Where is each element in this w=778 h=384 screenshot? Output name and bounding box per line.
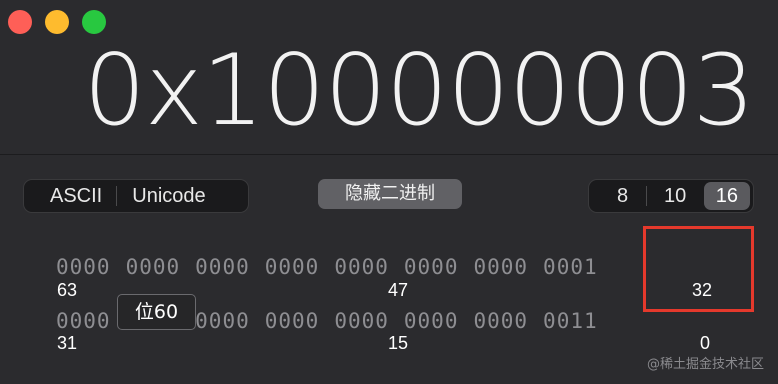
bit-group[interactable]: 0001 (543, 255, 598, 279)
display-area: 0x100000003 (0, 0, 778, 156)
bit-position-label: 15 (388, 333, 409, 353)
calculator-window: 0x100000003 ASCII Unicode 隐藏二进制 8 10 16 … (0, 0, 778, 384)
bit-group[interactable]: 0000 (404, 309, 459, 333)
bit-group[interactable]: 0000 (265, 255, 320, 279)
bit-group[interactable]: 0000 (195, 255, 250, 279)
bit-group[interactable]: 0000 (56, 309, 111, 333)
ascii-button[interactable]: ASCII (24, 182, 116, 210)
bit-row-high: 0000 0000 0000 0000 0000 0000 0000 0001 (56, 255, 613, 279)
bit-group[interactable]: 0000 (265, 309, 320, 333)
bit-position-label: 63 (57, 280, 78, 300)
watermark: @稀土掘金技术社区 (646, 357, 764, 372)
bit-position-label: 47 (388, 280, 409, 300)
bit-position-label: 31 (57, 333, 78, 353)
divider (0, 154, 778, 155)
bit-position-label: 0 (700, 333, 711, 353)
base-8-button[interactable]: 8 (603, 182, 642, 210)
display-value: 0x100000003 (83, 34, 755, 148)
unicode-button[interactable]: Unicode (117, 182, 219, 210)
bit-tooltip: 位60 (117, 294, 196, 330)
encoding-segmented-control: ASCII Unicode (23, 179, 249, 213)
close-button[interactable] (8, 10, 32, 34)
bit-group[interactable]: 0000 (334, 255, 389, 279)
zoom-button[interactable] (82, 10, 106, 34)
bit-group[interactable]: 0000 (126, 255, 181, 279)
bit-group[interactable]: 0000 (195, 309, 250, 333)
bit-group[interactable]: 0011 (543, 309, 598, 333)
highlight-annotation (643, 226, 754, 312)
bit-group[interactable]: 0000 (334, 309, 389, 333)
base-16-button[interactable]: 16 (703, 182, 750, 210)
bit-group[interactable]: 0000 (473, 309, 528, 333)
window-controls (8, 10, 106, 34)
bit-group[interactable]: 0000 (56, 255, 111, 279)
bit-group[interactable]: 0000 (473, 255, 528, 279)
minimize-button[interactable] (45, 10, 69, 34)
bit-group[interactable]: 0000 (404, 255, 459, 279)
separator (645, 186, 647, 206)
hide-binary-button[interactable]: 隐藏二进制 (318, 179, 462, 209)
base-10-button[interactable]: 10 (650, 182, 700, 210)
base-segmented-control: 8 10 16 (588, 179, 754, 213)
